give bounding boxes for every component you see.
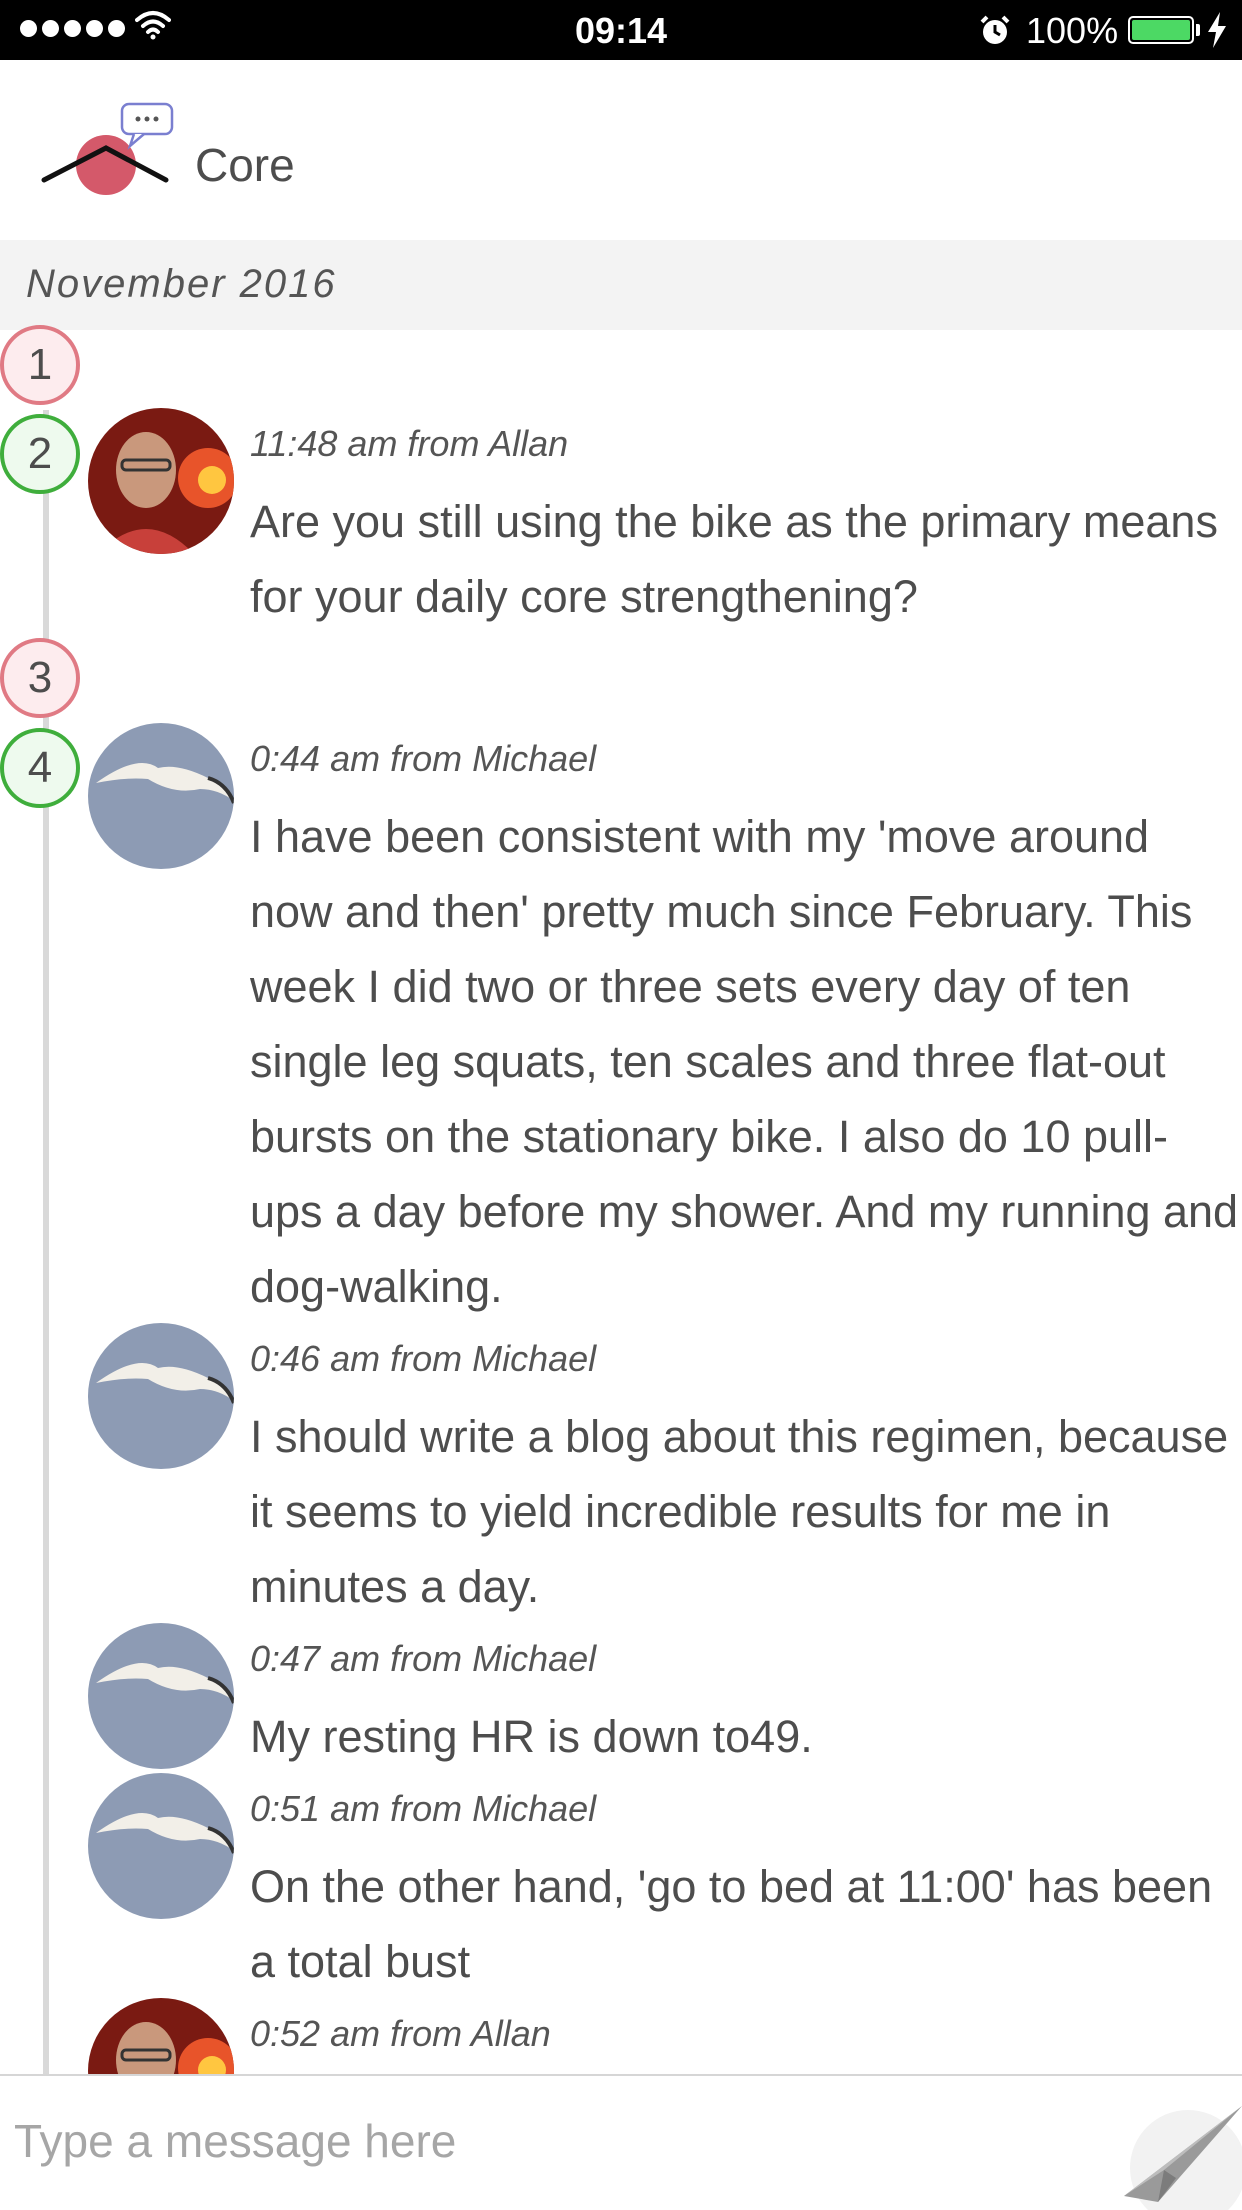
timeline-marker[interactable]: 2: [0, 414, 80, 494]
charging-bolt-icon: [1208, 12, 1226, 48]
message-text: Are you still using the bike as the prim…: [250, 496, 1218, 622]
avatar-allan[interactable]: [88, 408, 234, 554]
message-meta: 0:47 am from Michael: [250, 1638, 597, 1679]
timeline-marker[interactable]: 4: [0, 728, 80, 808]
message-meta: 0:44 am from Michael: [250, 738, 597, 779]
avatar-michael[interactable]: [88, 1623, 234, 1769]
message-text: I should write a blog about this regimen…: [250, 1411, 1229, 1612]
avatar-michael[interactable]: [88, 1323, 234, 1469]
battery-tip: [1196, 24, 1200, 36]
message-text: I have been consistent with my 'move aro…: [250, 811, 1239, 1312]
app-header: Core: [0, 60, 1242, 240]
paper-plane-icon[interactable]: [1110, 2098, 1242, 2210]
person-photo-icon: [88, 408, 234, 554]
page-title: Core: [195, 139, 295, 191]
avatar-michael[interactable]: [88, 1773, 234, 1919]
avatar-michael[interactable]: [88, 723, 234, 869]
composer-bar: [0, 2074, 1242, 2210]
message-meta: 0:52 am from Allan: [250, 2013, 551, 2054]
battery-icon: [1128, 16, 1194, 44]
timeline-marker[interactable]: 3: [0, 638, 80, 718]
month-label: November 2016: [26, 262, 337, 306]
core-logo-icon[interactable]: [40, 100, 180, 200]
seagull-photo-icon: [88, 1623, 234, 1769]
message-meta: 0:46 am from Michael: [250, 1338, 597, 1379]
seagull-photo-icon: [88, 1773, 234, 1919]
month-header: November 2016: [0, 240, 1242, 330]
status-bar: 09:14 100%: [0, 0, 1242, 60]
timeline-marker[interactable]: 1: [0, 325, 80, 405]
seagull-photo-icon: [88, 1323, 234, 1469]
message-text: On the other hand, 'go to bed at 11:00' …: [250, 1861, 1213, 1987]
battery-percent: 100%: [1026, 10, 1119, 51]
seagull-photo-icon: [88, 723, 234, 869]
message-meta: 11:48 am from Allan: [250, 423, 569, 464]
message-input[interactable]: [14, 2096, 1094, 2186]
message-meta: 0:51 am from Michael: [250, 1788, 597, 1829]
alarm-icon: [980, 15, 1010, 44]
message-text: My resting HR is down to49.: [250, 1711, 813, 1762]
